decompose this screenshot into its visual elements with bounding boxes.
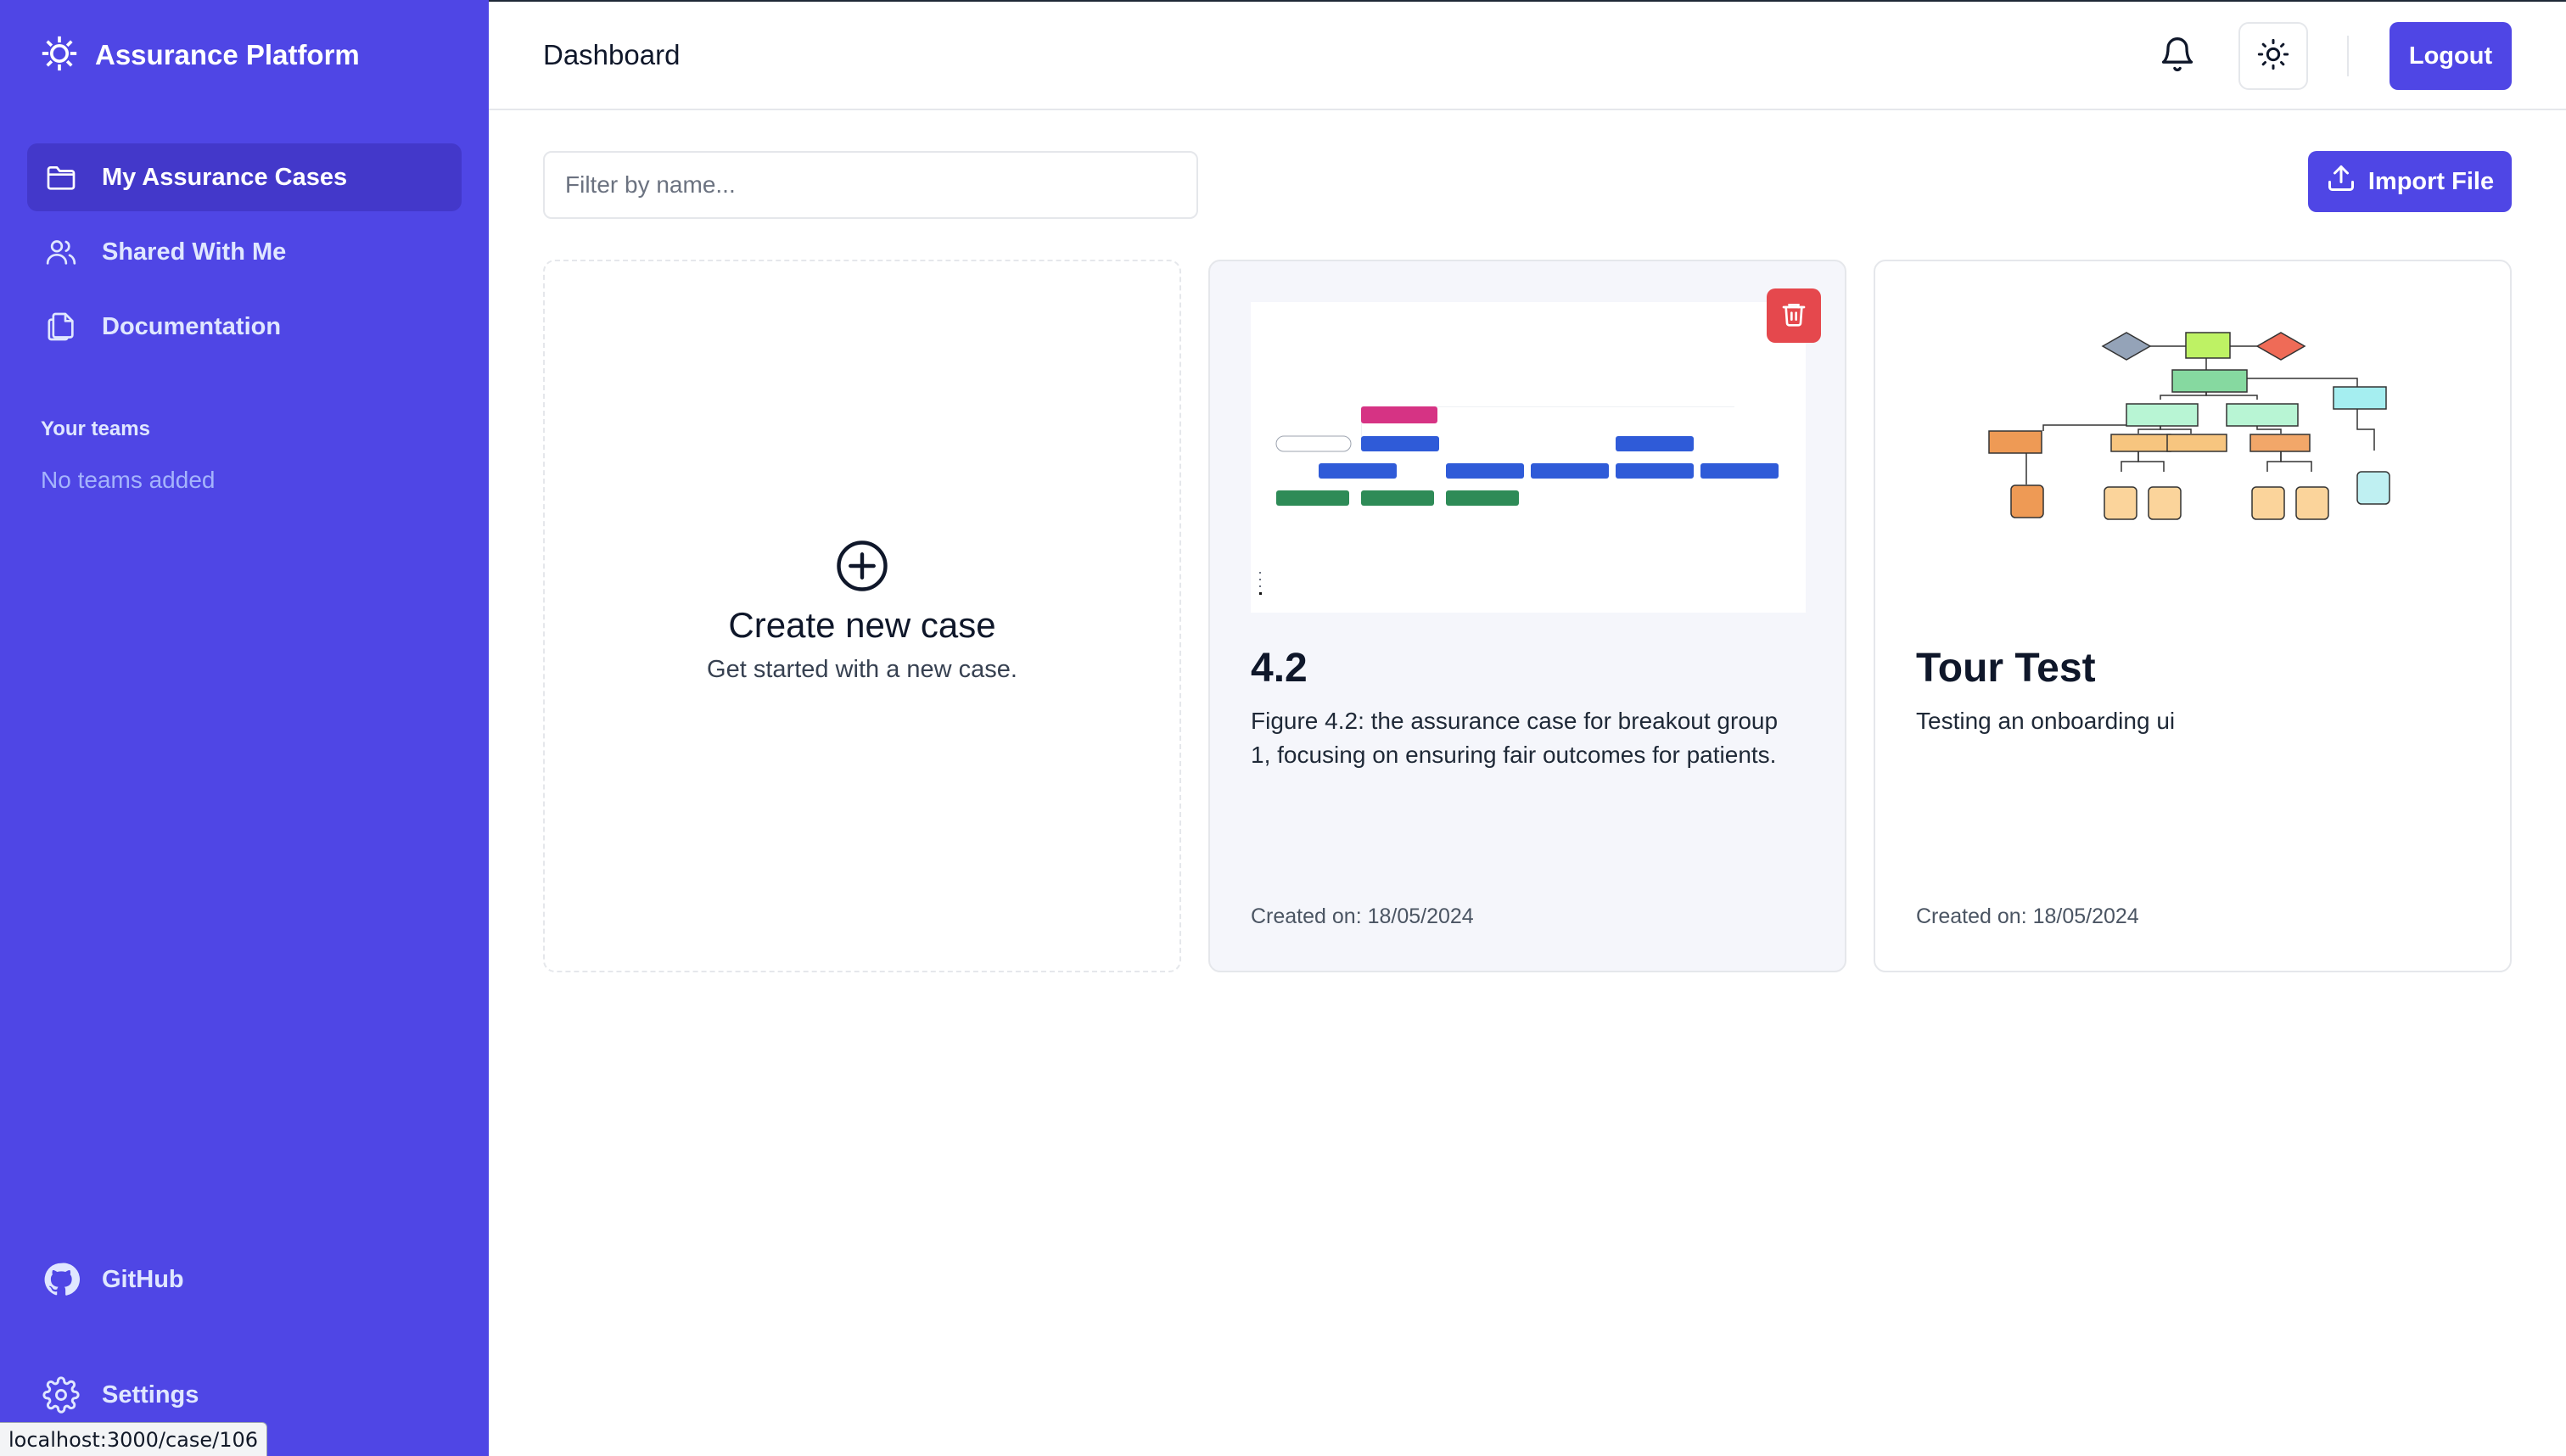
import-file-label: Import File	[2367, 167, 2495, 195]
gear-icon	[42, 1376, 80, 1414]
documents-icon	[42, 308, 80, 345]
header-divider	[2347, 36, 2349, 76]
top-header: Dashboard Logout	[489, 0, 2566, 110]
case-description: Figure 4.2: the assurance case for break…	[1251, 708, 1779, 768]
sidebar-item-label: Shared With Me	[102, 238, 287, 266]
plus-circle-icon	[834, 538, 890, 594]
logo-icon	[41, 35, 78, 76]
sidebar-item-github[interactable]: GitHub	[27, 1246, 462, 1313]
bell-icon	[2159, 36, 2196, 77]
notifications-button[interactable]	[2155, 34, 2199, 78]
sidebar-item-label: Settings	[102, 1380, 199, 1408]
sun-icon	[2256, 37, 2290, 76]
brand[interactable]: Assurance Platform	[41, 34, 360, 76]
case-card[interactable]: 4.2 Figure 4.2: the assurance case for b…	[1208, 260, 1846, 972]
case-created-date: Created on: 18/05/2024	[1251, 904, 1474, 928]
link-preview-status: localhost:3000/case/106	[0, 1422, 268, 1456]
github-icon	[42, 1261, 80, 1298]
case-preview-image	[1251, 302, 1806, 613]
sidebar-item-label: GitHub	[102, 1265, 184, 1293]
create-case-subtitle: Get started with a new case.	[707, 656, 1017, 683]
filter-input[interactable]	[543, 151, 1198, 219]
teams-heading: Your teams	[41, 417, 150, 440]
sidebar: Assurance Platform My Assurance Cases Sh…	[0, 0, 489, 1456]
logout-button[interactable]: Logout	[2390, 22, 2512, 90]
case-title: 4.2	[1251, 646, 1308, 691]
import-file-button[interactable]: Import File	[2308, 151, 2512, 212]
theme-toggle-button[interactable]	[2238, 22, 2308, 90]
case-preview-image	[1916, 302, 2471, 613]
create-case-title: Create new case	[728, 605, 996, 645]
trash-icon	[1780, 300, 1807, 332]
upload-icon	[2326, 163, 2356, 200]
create-case-card[interactable]: Create new case Get started with a new c…	[543, 260, 1181, 972]
case-title: Tour Test	[1916, 646, 2096, 691]
teams-empty-text: No teams added	[41, 467, 216, 493]
sidebar-item-label: My Assurance Cases	[102, 163, 348, 191]
case-card[interactable]: Tour Test Testing an onboarding ui Creat…	[1874, 260, 2512, 972]
folder-icon	[42, 159, 80, 196]
sidebar-item-my-assurance-cases[interactable]: My Assurance Cases	[27, 143, 462, 211]
page-title: Dashboard	[543, 39, 681, 70]
sidebar-item-shared-with-me[interactable]: Shared With Me	[27, 218, 462, 286]
sidebar-item-settings[interactable]: Settings	[27, 1361, 462, 1429]
app-name: Assurance Platform	[95, 39, 360, 70]
case-description: Testing an onboarding ui	[1916, 708, 2176, 734]
users-icon	[42, 233, 80, 271]
case-created-date: Created on: 18/05/2024	[1916, 904, 2139, 928]
sidebar-item-documentation[interactable]: Documentation	[27, 293, 462, 361]
delete-case-button[interactable]	[1767, 288, 1821, 343]
sidebar-item-label: Documentation	[102, 312, 282, 340]
